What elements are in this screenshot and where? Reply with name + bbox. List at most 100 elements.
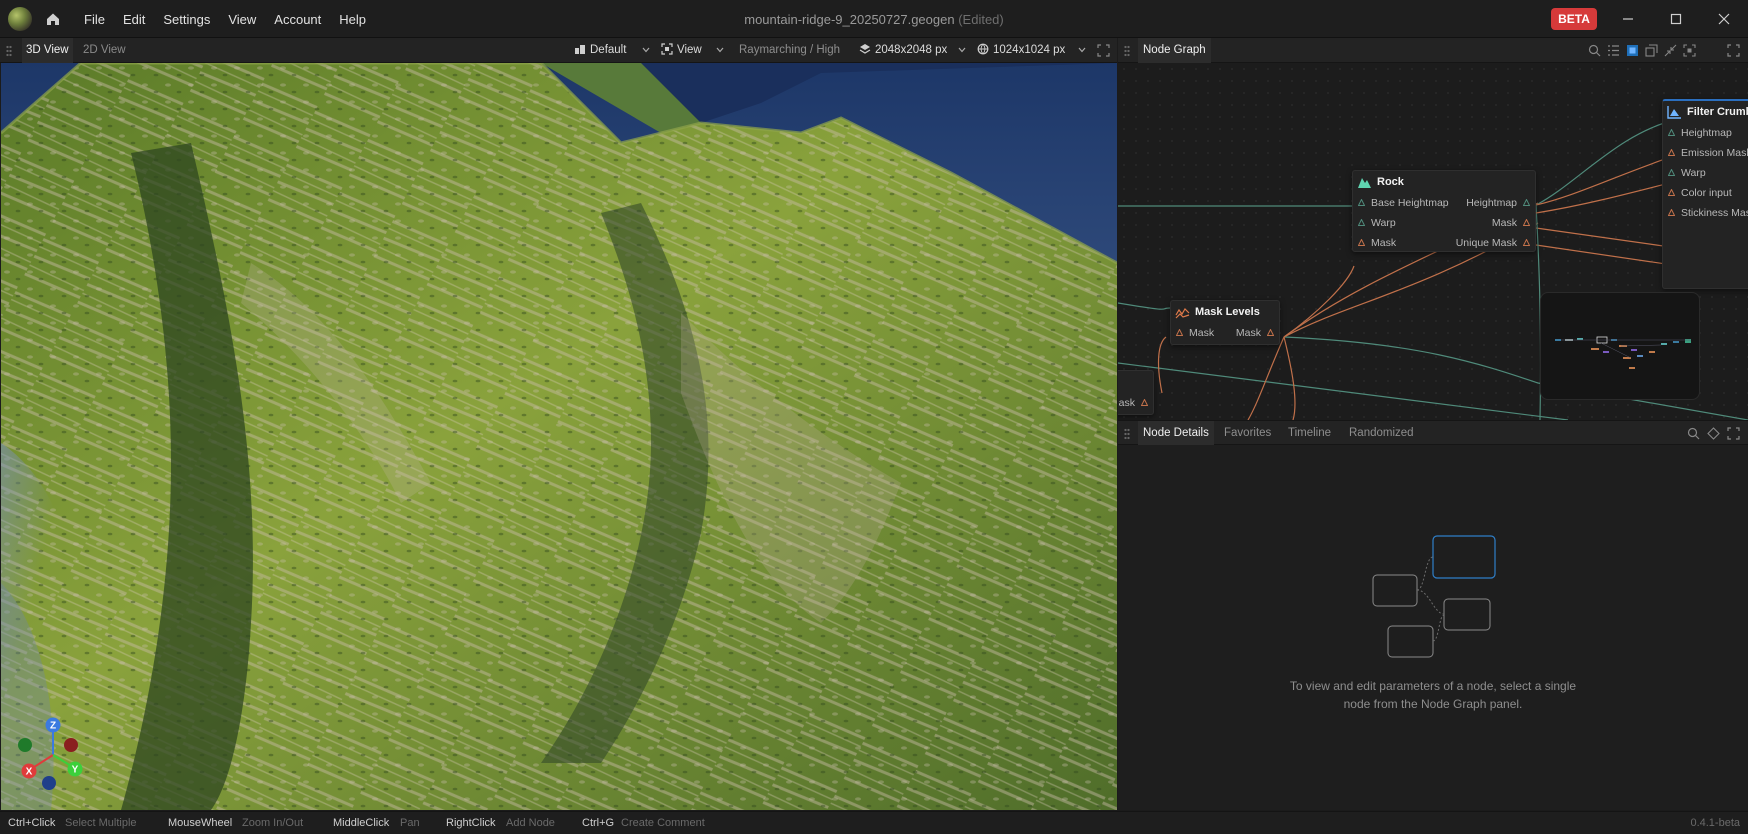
render-mode-label[interactable]: Raymarching / High <box>739 38 840 63</box>
globe-icon <box>977 43 989 55</box>
view-menu-select[interactable]: View <box>661 38 702 63</box>
expand-icon[interactable] <box>1727 44 1740 57</box>
menu-edit[interactable]: Edit <box>114 12 154 27</box>
hint-key: MouseWheel <box>168 817 233 829</box>
maximize-icon[interactable] <box>1665 8 1687 30</box>
port-label: Emission Mask <box>1681 147 1748 159</box>
tab-randomized[interactable]: Randomized <box>1349 421 1414 446</box>
input-port[interactable] <box>1358 219 1365 226</box>
axis-x-label: X <box>26 767 33 778</box>
tab-3d-view[interactable]: 3D View <box>22 38 73 63</box>
port-label: Color input <box>1681 187 1732 199</box>
mask-levels-icon <box>1175 308 1190 319</box>
camera-preset-select[interactable]: Default <box>574 38 626 63</box>
fullscreen-icon[interactable] <box>1097 44 1110 57</box>
output-port[interactable] <box>1523 199 1530 206</box>
rock-node-icon <box>1358 178 1371 188</box>
chevron-down-icon[interactable] <box>716 47 724 53</box>
document-filename: mountain-ridge-9_20250727.geogen <box>744 12 955 27</box>
search-icon[interactable] <box>1687 427 1700 440</box>
hint-action: Add Node <box>506 817 555 829</box>
output-port[interactable] <box>1523 239 1530 246</box>
port-label: Heightmap <box>1681 127 1732 139</box>
input-port[interactable] <box>1176 329 1183 336</box>
pin-icon[interactable] <box>1707 427 1720 440</box>
hint-key: Ctrl+Click <box>8 817 56 829</box>
port-label: Stickiness Mask <box>1681 207 1748 219</box>
panel-drag-handle[interactable] <box>6 45 12 57</box>
axis-z-label: Z <box>50 721 56 732</box>
hint-key: MiddleClick <box>333 817 390 829</box>
port-label: Base Heightmap <box>1371 197 1449 209</box>
camera-preset-label: Default <box>590 44 627 56</box>
node-offscreen-title <box>1118 371 1153 393</box>
layers-icon <box>859 44 871 54</box>
terrain-resolution-select[interactable]: 2048x2048 px <box>859 38 947 63</box>
tab-2d-view[interactable]: 2D View <box>79 38 130 63</box>
output-port[interactable] <box>1523 219 1530 226</box>
terrain-render <box>1 63 1117 810</box>
port-label: Mask <box>1235 327 1261 339</box>
output-port[interactable] <box>1267 329 1274 336</box>
node-mask-levels[interactable]: Mask Levels Mask Mask <box>1170 300 1280 345</box>
close-icon[interactable] <box>1713 8 1735 30</box>
empty-state-line-2: node from the Node Graph panel. <box>1343 697 1523 711</box>
tab-favorites[interactable]: Favorites <box>1224 421 1271 446</box>
search-icon[interactable] <box>1588 44 1601 57</box>
list-icon[interactable] <box>1607 44 1620 57</box>
port-label: Unique Mask <box>1455 237 1517 249</box>
view-icon <box>661 43 673 55</box>
beta-badge[interactable]: BETA <box>1551 8 1597 30</box>
node-view-icon[interactable] <box>1626 44 1639 57</box>
chevron-down-icon[interactable] <box>642 47 650 53</box>
texture-resolution-label: 1024x1024 px <box>993 44 1066 56</box>
input-port[interactable] <box>1358 199 1365 206</box>
port-label: Mask <box>1491 217 1517 229</box>
fit-icon[interactable] <box>1645 44 1658 57</box>
edited-indicator: (Edited) <box>958 12 1004 27</box>
input-port[interactable] <box>1358 239 1365 246</box>
port-label: Warp <box>1371 217 1396 229</box>
menu-file[interactable]: File <box>75 12 114 27</box>
node-rock[interactable]: Rock Base Heightmap Heightmap Warp Mask … <box>1352 170 1536 252</box>
chevron-down-icon[interactable] <box>1078 47 1086 53</box>
version-label: 0.4.1-beta <box>1690 817 1740 829</box>
texture-resolution-select[interactable]: 1024x1024 px <box>977 38 1065 63</box>
port-label: Mask <box>1189 327 1215 339</box>
node-mask-levels-title: Mask Levels <box>1195 306 1260 318</box>
input-port[interactable] <box>1668 129 1675 136</box>
port-label: Mask <box>1371 237 1397 249</box>
panel-drag-handle[interactable] <box>1124 428 1130 440</box>
app-logo[interactable] <box>8 7 32 31</box>
input-port[interactable] <box>1668 209 1675 216</box>
menu-account[interactable]: Account <box>265 12 330 27</box>
output-port[interactable] <box>1141 399 1148 406</box>
menu-settings[interactable]: Settings <box>154 12 219 27</box>
home-icon[interactable] <box>44 10 62 28</box>
input-port[interactable] <box>1668 149 1675 156</box>
tab-timeline[interactable]: Timeline <box>1288 421 1331 446</box>
frame-icon[interactable] <box>1683 44 1696 57</box>
tab-node-details[interactable]: Node Details <box>1138 421 1214 446</box>
3d-viewport[interactable]: Z X Y <box>1 63 1117 810</box>
menu-help[interactable]: Help <box>330 12 375 27</box>
node-filter-crumble[interactable]: Filter Crumble Heightmap Emission Mask W… <box>1662 99 1748 289</box>
port-label: Warp <box>1681 167 1706 179</box>
input-port[interactable] <box>1668 169 1675 176</box>
node-offscreen-left[interactable]: Mask <box>1118 370 1154 415</box>
menu-bar: File Edit Settings View Account Help <box>75 0 375 38</box>
node-graph-minimap[interactable] <box>1540 292 1700 400</box>
menu-view[interactable]: View <box>219 12 265 27</box>
axis-gizmo[interactable]: Z X Y <box>17 715 97 795</box>
expand-icon[interactable] <box>1727 427 1740 440</box>
empty-state-line-1: To view and edit parameters of a node, s… <box>1289 679 1577 693</box>
node-graph-title[interactable]: Node Graph <box>1138 38 1211 63</box>
minimize-icon[interactable] <box>1617 8 1639 30</box>
axis-y-label: Y <box>72 765 79 776</box>
collapse-icon[interactable] <box>1664 44 1677 57</box>
input-port[interactable] <box>1668 189 1675 196</box>
node-graph-header: Node Graph <box>1118 38 1748 63</box>
view-menu-label: View <box>677 44 702 56</box>
panel-drag-handle[interactable] <box>1124 45 1130 57</box>
chevron-down-icon[interactable] <box>958 47 966 53</box>
